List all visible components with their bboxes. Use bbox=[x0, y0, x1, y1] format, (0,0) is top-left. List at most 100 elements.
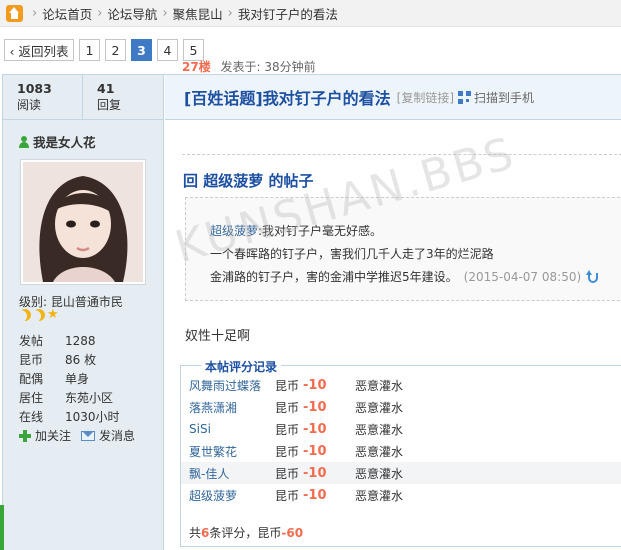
thread-stats: 1083 阅读 41 回复 bbox=[3, 75, 163, 120]
pagination: ‹ 返回列表 1 2 3 4 5 bbox=[4, 39, 209, 61]
floor-number: 27楼 bbox=[182, 60, 211, 74]
info-key: 在线 bbox=[19, 410, 44, 424]
rating-reason: 恶意灌水 bbox=[355, 378, 404, 393]
page-2-link[interactable]: 2 bbox=[105, 39, 126, 61]
page-1-link[interactable]: 1 bbox=[79, 39, 100, 61]
replies-count: 41 bbox=[97, 81, 115, 96]
post-body: 奴性十足啊 bbox=[185, 329, 251, 344]
author-sidebar: 1083 阅读 41 回复 我是女人花 级别: 昆山普通市民 ★ 发帖 1288… bbox=[3, 75, 164, 550]
star-icon: ★ bbox=[47, 307, 59, 322]
moon-icon bbox=[31, 307, 47, 323]
page-4-link[interactable]: 4 bbox=[157, 39, 178, 61]
info-key: 居住 bbox=[19, 391, 44, 405]
rating-user-link[interactable]: 风舞雨过蝶落 bbox=[181, 377, 275, 394]
rating-summary-total: -60 bbox=[281, 526, 304, 540]
breadcrumb-separator: › bbox=[162, 5, 168, 21]
rating-row: 飘-佳人 昆币 -10 恶意灌水 bbox=[181, 462, 621, 484]
breadcrumb-separator: › bbox=[32, 5, 38, 21]
rating-row: SiSi 昆币 -10 恶意灌水 bbox=[181, 418, 621, 440]
info-value: 1030小时 bbox=[65, 410, 120, 424]
rating-user-link[interactable]: 飘-佳人 bbox=[181, 465, 275, 482]
rating-user-link[interactable]: 落燕潇湘 bbox=[181, 399, 275, 416]
user-info: 发帖 1288 昆币 86 枚 配偶 单身 居住 东苑小区 在线 1030小时 bbox=[19, 331, 154, 426]
rating-currency: 昆币 bbox=[275, 488, 300, 503]
envelope-icon bbox=[81, 430, 96, 441]
copy-link-button[interactable]: [复制链接] bbox=[397, 89, 454, 106]
info-row-posts: 发帖 1288 bbox=[19, 331, 154, 350]
breadcrumb: › 论坛首页 › 论坛导航 › 聚焦昆山 › 我对钉子户的看法 bbox=[0, 0, 621, 27]
rating-reason: 恶意灌水 bbox=[355, 444, 404, 459]
rating-record: 本帖评分记录 风舞雨过蝶落 昆币 -10 恶意灌水 落燕潇湘 昆币 -10 恶意… bbox=[180, 358, 621, 547]
online-user-icon bbox=[19, 135, 29, 148]
quote-time: (2015-04-07 08:50) bbox=[463, 270, 582, 284]
author-name-row: 我是女人花 bbox=[19, 132, 163, 151]
divider bbox=[182, 154, 621, 155]
rating-reason: 恶意灌水 bbox=[355, 466, 404, 481]
info-row-spouse: 配偶 单身 bbox=[19, 369, 154, 388]
quote-line-3: 金浦路的钉子户，害的金浦中学推迟5年建设。 (2015-04-07 08:50) bbox=[210, 266, 621, 289]
rating-user-link[interactable]: 超级菠萝 bbox=[181, 487, 275, 504]
author-name-link[interactable]: 我是女人花 bbox=[33, 132, 96, 151]
page-3-current[interactable]: 3 bbox=[131, 39, 152, 61]
message-button[interactable]: 发消息 bbox=[81, 427, 135, 444]
rating-summary-prefix: 共 bbox=[189, 526, 202, 540]
rating-value: -10 bbox=[303, 487, 327, 503]
jump-back-icon[interactable] bbox=[586, 270, 599, 284]
post-time: 发表于: 38分钟前 bbox=[220, 60, 316, 74]
rating-row: 夏世繁花 昆币 -10 恶意灌水 bbox=[181, 440, 621, 462]
level-stars: ★ bbox=[17, 307, 59, 323]
rating-currency: 昆币 bbox=[275, 422, 300, 437]
rating-currency: 昆币 bbox=[275, 466, 300, 481]
rating-user-link[interactable]: SiSi bbox=[181, 422, 275, 436]
rating-currency: 昆币 bbox=[275, 444, 300, 459]
breadcrumb-separator: › bbox=[97, 5, 103, 21]
follow-label: 加关注 bbox=[35, 429, 72, 443]
home-icon[interactable] bbox=[6, 4, 23, 22]
rating-reason: 恶意灌水 bbox=[355, 400, 404, 415]
rating-summary-mid: 条评分，昆币 bbox=[209, 526, 282, 540]
info-value: 单身 bbox=[65, 372, 90, 386]
views-stat: 1083 阅读 bbox=[3, 75, 83, 119]
rating-row: 超级菠萝 昆币 -10 恶意灌水 bbox=[181, 484, 621, 506]
breadcrumb-separator: › bbox=[227, 5, 233, 21]
rating-value: -10 bbox=[303, 443, 327, 459]
info-row-online: 在线 1030小时 bbox=[19, 407, 154, 426]
rating-summary: 共6条评分，昆币-60 bbox=[189, 524, 303, 541]
thread-title[interactable]: [百姓话题]我对钉子户的看法 bbox=[184, 85, 391, 109]
breadcrumb-thread[interactable]: 我对钉子户的看法 bbox=[238, 4, 338, 23]
rating-value: -10 bbox=[303, 465, 327, 481]
rating-value: -10 bbox=[303, 421, 327, 437]
info-key: 昆币 bbox=[19, 353, 44, 367]
info-row-residence: 居住 东苑小区 bbox=[19, 388, 154, 407]
rating-reason: 恶意灌水 bbox=[355, 488, 404, 503]
info-value: 东苑小区 bbox=[65, 391, 114, 405]
scan-to-phone-link[interactable]: 扫描到手机 bbox=[474, 89, 534, 106]
qr-code-icon[interactable] bbox=[458, 90, 472, 104]
rating-reason: 恶意灌水 bbox=[355, 422, 404, 437]
info-value: 1288 bbox=[65, 333, 96, 348]
views-label: 阅读 bbox=[17, 98, 42, 112]
rating-legend: 本帖评分记录 bbox=[201, 358, 282, 375]
plus-icon bbox=[19, 429, 31, 442]
breadcrumb-board[interactable]: 聚焦昆山 bbox=[173, 4, 223, 23]
avatar[interactable] bbox=[20, 159, 146, 285]
views-count: 1083 bbox=[17, 81, 52, 96]
quote-text-3: 金浦路的钉子户，害的金浦中学推迟5年建设。 bbox=[210, 270, 458, 284]
info-key: 配偶 bbox=[19, 372, 44, 386]
rating-table: 风舞雨过蝶落 昆币 -10 恶意灌水 落燕潇湘 昆币 -10 恶意灌水 SiSi… bbox=[181, 374, 621, 506]
window-edge bbox=[0, 505, 4, 550]
rating-value: -10 bbox=[303, 399, 327, 415]
moon-icon bbox=[17, 307, 33, 323]
rating-currency: 昆币 bbox=[275, 400, 300, 415]
user-level: 级别: 昆山普通市民 bbox=[19, 295, 123, 309]
back-to-list-button[interactable]: ‹ 返回列表 bbox=[4, 39, 74, 61]
thread-title-bar: [百姓话题]我对钉子户的看法 [复制链接] 扫描到手机 bbox=[165, 75, 621, 120]
rating-currency: 昆币 bbox=[275, 378, 300, 393]
breadcrumb-forum-home[interactable]: 论坛首页 bbox=[42, 4, 92, 23]
follow-button[interactable]: 加关注 bbox=[19, 427, 71, 444]
author-actions: 加关注 发消息 bbox=[19, 427, 145, 444]
message-label: 发消息 bbox=[99, 429, 136, 443]
rating-row: 风舞雨过蝶落 昆币 -10 恶意灌水 bbox=[181, 374, 621, 396]
rating-user-link[interactable]: 夏世繁花 bbox=[181, 443, 275, 460]
breadcrumb-forum-nav[interactable]: 论坛导航 bbox=[107, 4, 157, 23]
